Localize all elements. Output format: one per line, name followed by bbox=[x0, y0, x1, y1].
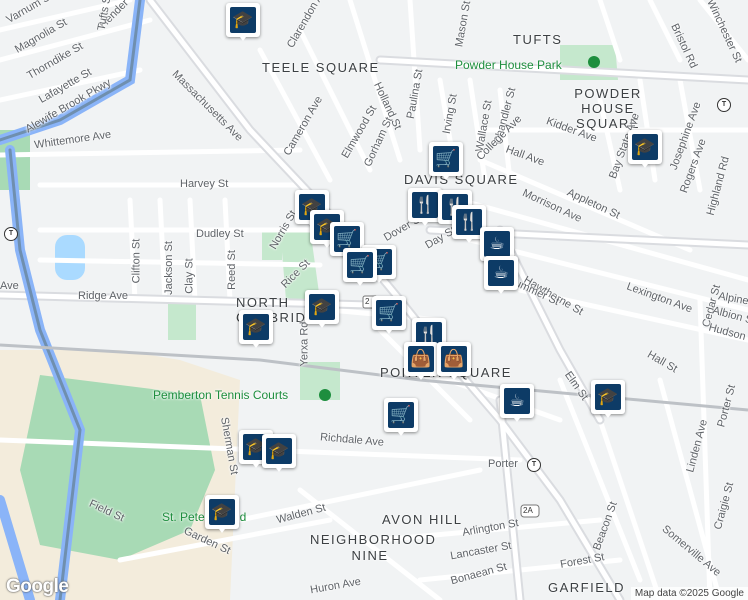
school-pin[interactable]: 🎓 bbox=[226, 3, 260, 43]
street-label: Clay St bbox=[183, 258, 196, 294]
route-badge: 2A bbox=[523, 506, 533, 515]
map-attribution[interactable]: Map data ©2025 Google bbox=[630, 587, 748, 600]
coffee-cup-icon: ☕ bbox=[488, 260, 514, 286]
shopping-pin[interactable]: 👜 bbox=[437, 342, 471, 382]
graduation-cap-icon: 🎓 bbox=[243, 314, 269, 340]
school-pin[interactable]: 🎓 bbox=[305, 290, 339, 330]
school-pin[interactable]: 🎓 bbox=[591, 380, 625, 420]
cafe-pin[interactable]: ☕ bbox=[484, 256, 518, 296]
graduation-cap-icon: 🎓 bbox=[632, 134, 658, 160]
neighborhood-label: NEIGHBORHOOD NINE bbox=[310, 532, 437, 563]
coffee-cup-icon: ☕ bbox=[484, 231, 510, 257]
school-pin[interactable]: 🎓 bbox=[262, 434, 296, 474]
graduation-cap-icon: 🎓 bbox=[309, 294, 335, 320]
grocery-pin[interactable]: 🛒 bbox=[343, 248, 377, 288]
park-label: Powder House Park bbox=[455, 58, 562, 72]
graduation-cap-icon: 🎓 bbox=[266, 438, 292, 464]
graduation-cap-icon: 🎓 bbox=[595, 384, 621, 410]
fork-knife-icon: 🍴 bbox=[412, 192, 438, 218]
street-label: Porter bbox=[488, 458, 518, 470]
graduation-cap-icon: 🎓 bbox=[230, 7, 256, 33]
route-badge: 2 bbox=[365, 297, 370, 306]
neighborhood-label: TEELE SQUARE bbox=[262, 60, 380, 75]
grocery-pin[interactable]: 🛒 bbox=[429, 142, 463, 182]
shopping-cart-icon: 🛒 bbox=[388, 402, 414, 428]
neighborhood-label: AVON HILL bbox=[382, 512, 463, 527]
shopping-bag-icon: 👜 bbox=[441, 346, 467, 372]
shopping-cart-icon: 🛒 bbox=[347, 252, 373, 278]
neighborhood-label: TUFTS bbox=[513, 32, 563, 47]
school-pin[interactable]: 🎓 bbox=[205, 495, 239, 535]
street-label: Clifton St bbox=[130, 238, 143, 284]
google-logo[interactable]: Google bbox=[6, 576, 69, 598]
grocery-pin[interactable]: 🛒 bbox=[384, 398, 418, 438]
school-pin[interactable]: 🎓 bbox=[239, 310, 273, 350]
street-label: Ridge Ave bbox=[78, 290, 128, 302]
street-label: Jackson St bbox=[162, 241, 175, 295]
map-canvas[interactable]: TUFTS TEELE SQUARE POWDER HOUSE SQUARE D… bbox=[0, 0, 748, 600]
street-label: Harvey St bbox=[180, 178, 229, 190]
cafe-pin[interactable]: ☕ bbox=[500, 384, 534, 424]
train-station-icon[interactable]: T bbox=[527, 458, 541, 472]
fork-knife-icon: 🍴 bbox=[456, 209, 482, 235]
graduation-cap-icon: 🎓 bbox=[209, 499, 235, 525]
train-station-icon[interactable]: T bbox=[4, 227, 18, 241]
street-label: Reed St bbox=[225, 250, 238, 290]
neighborhood-label: GARFIELD bbox=[548, 580, 626, 595]
park-label: Pemberton Tennis Courts bbox=[153, 388, 289, 402]
school-pin[interactable]: 🎓 bbox=[628, 130, 662, 170]
shopping-bag-icon: 👜 bbox=[408, 346, 434, 372]
grocery-pin[interactable]: 🛒 bbox=[372, 296, 406, 336]
street-label: Dudley St bbox=[196, 228, 244, 240]
shopping-cart-icon: 🛒 bbox=[433, 146, 459, 172]
street-label: Ave bbox=[0, 280, 19, 292]
shopping-cart-icon: 🛒 bbox=[376, 300, 402, 326]
restaurant-pin[interactable]: 🍴 bbox=[408, 188, 442, 228]
shopping-pin[interactable]: 👜 bbox=[404, 342, 438, 382]
coffee-cup-icon: ☕ bbox=[504, 388, 530, 414]
train-station-icon[interactable]: T bbox=[717, 98, 731, 112]
